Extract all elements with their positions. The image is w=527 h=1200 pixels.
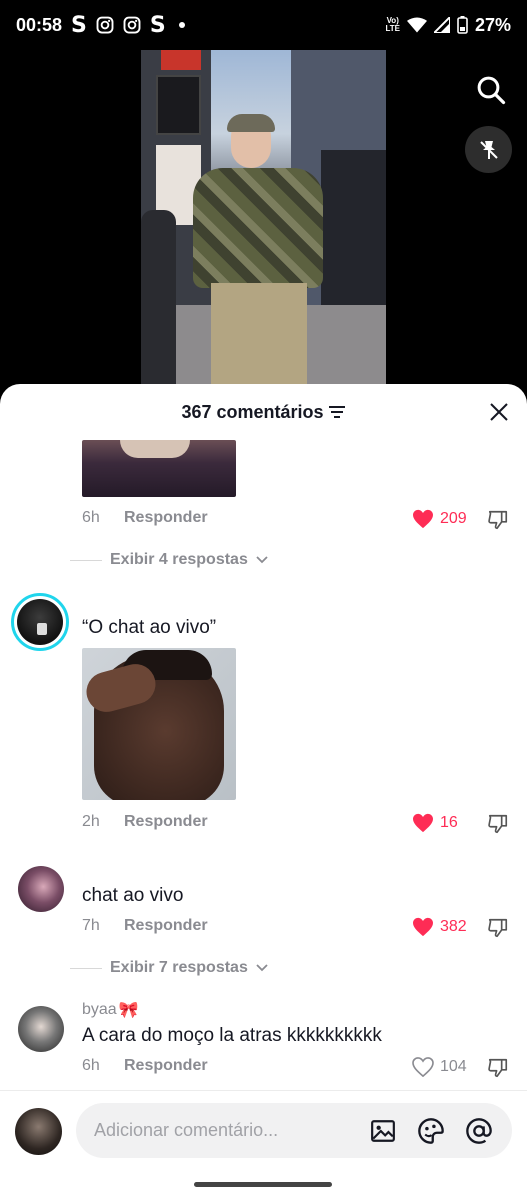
thumbs-down-icon [488, 814, 508, 834]
current-user-avatar [15, 1108, 62, 1155]
like-count: 104 [440, 1058, 467, 1075]
instagram-icon [123, 16, 141, 34]
view-replies-label: Exibir 4 respostas [110, 551, 248, 568]
view-replies-button[interactable]: Exibir 7 respostas [70, 959, 268, 977]
close-icon [490, 403, 508, 421]
chevron-down-icon [256, 556, 268, 564]
divider [0, 1090, 527, 1091]
battery-percent: 27% [474, 14, 511, 35]
reply-button[interactable]: Responder [124, 1057, 208, 1075]
like-count: 382 [440, 918, 467, 935]
comment-time: 7h [82, 917, 100, 934]
unpin-icon [479, 140, 498, 159]
comment-image[interactable] [82, 648, 236, 800]
comments-sheet: 367 comentários [0, 384, 527, 1200]
image-button[interactable] [368, 1116, 398, 1146]
comment-input[interactable] [94, 1120, 368, 1141]
avatar[interactable] [11, 593, 69, 651]
comment-time: 6h [82, 509, 100, 526]
view-replies-label: Exibir 7 respostas [110, 959, 248, 976]
video-person [193, 114, 323, 385]
comments-title[interactable]: 367 comentários [181, 402, 345, 423]
dislike-button[interactable] [486, 1056, 510, 1080]
dislike-button[interactable] [486, 812, 510, 836]
video-player[interactable] [141, 50, 386, 385]
wifi-icon [406, 17, 427, 33]
bow-emoji: 🎀 [118, 1002, 139, 1019]
at-sign-icon [466, 1117, 492, 1144]
status-bar: 00:58 S S Vo) LTE 27% [0, 0, 527, 50]
volte-icon: Vo) LTE [385, 16, 400, 33]
avatar[interactable] [18, 866, 64, 912]
sort-icon[interactable] [328, 405, 346, 419]
reply-button[interactable]: Responder [124, 509, 208, 527]
reply-button[interactable]: Responder [124, 917, 208, 935]
comment-input-bar[interactable] [76, 1103, 512, 1158]
comment-text: A cara do moço la atras kkkkkkkkkk [82, 1025, 382, 1046]
status-time: 00:58 [16, 14, 63, 35]
comment-text: “O chat ao vivo” [82, 617, 217, 638]
thumbs-down-icon [488, 510, 508, 530]
notification-dot-icon [178, 22, 185, 28]
s-app-icon: S [71, 12, 87, 38]
like-button[interactable]: 382 [412, 917, 467, 937]
comment-time: 2h [82, 813, 100, 830]
view-replies-button[interactable]: Exibir 4 respostas [70, 551, 268, 569]
search-button[interactable] [471, 70, 511, 110]
like-count: 16 [440, 814, 458, 831]
thumbs-down-icon [488, 1058, 508, 1078]
signal-icon [433, 17, 450, 33]
heart-filled-icon [413, 813, 433, 833]
search-icon [477, 76, 506, 105]
instagram-icon [96, 16, 114, 34]
comment-text: chat ao vivo [82, 885, 184, 906]
home-indicator[interactable] [194, 1182, 332, 1187]
image-icon [371, 1119, 395, 1142]
comment-image[interactable] [82, 440, 236, 497]
heart-filled-icon [413, 917, 433, 937]
dislike-button[interactable] [486, 508, 510, 532]
like-button[interactable]: 16 [412, 813, 458, 833]
comment-time: 6h [82, 1057, 100, 1074]
like-count: 209 [440, 510, 467, 527]
close-button[interactable] [487, 400, 511, 424]
like-button[interactable]: 209 [412, 509, 467, 529]
mention-button[interactable] [464, 1116, 494, 1146]
comments-header: 367 comentários [0, 384, 527, 440]
thumbs-down-icon [488, 918, 508, 938]
sticker-icon [418, 1117, 444, 1144]
dislike-button[interactable] [486, 916, 510, 940]
heart-outline-icon [412, 1057, 434, 1077]
comments-count: 367 comentários [181, 401, 324, 422]
pin-button[interactable] [465, 126, 512, 173]
chevron-down-icon [256, 964, 268, 972]
heart-filled-icon [413, 509, 433, 529]
comment-username[interactable]: byaa 🎀 [82, 1000, 139, 1020]
s-app-icon: S [149, 12, 166, 38]
reply-button[interactable]: Responder [124, 813, 208, 831]
like-button[interactable]: 104 [412, 1057, 467, 1077]
emoji-button[interactable] [416, 1116, 446, 1146]
avatar[interactable] [18, 1006, 64, 1052]
battery-icon [457, 16, 468, 34]
